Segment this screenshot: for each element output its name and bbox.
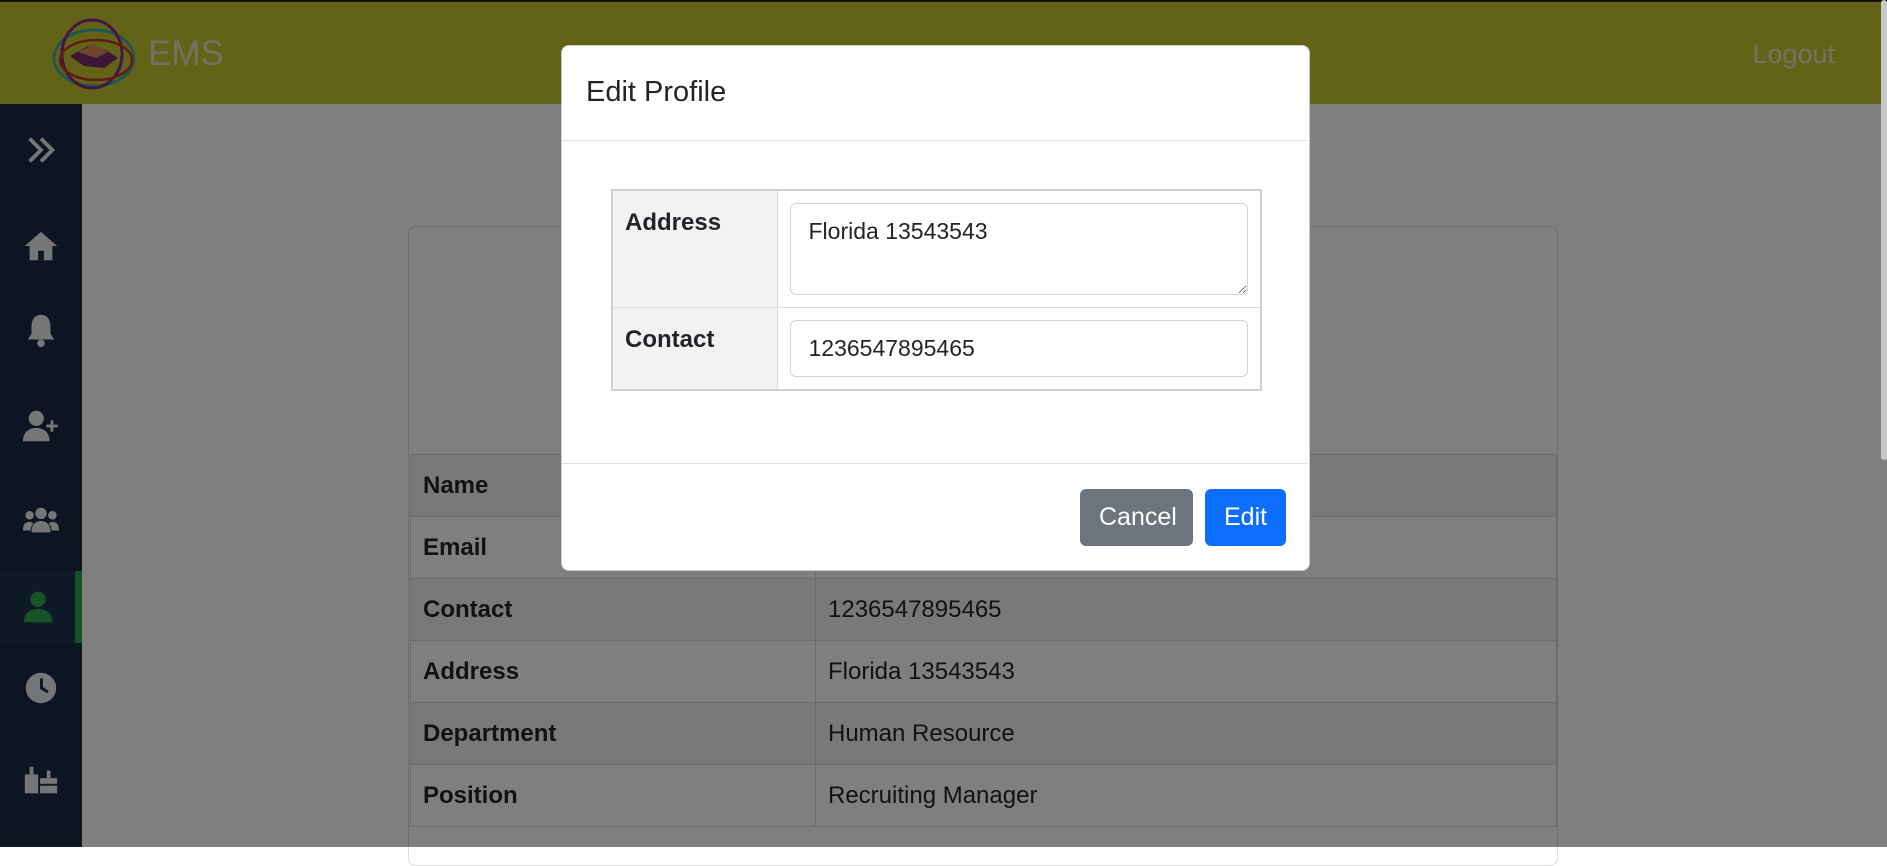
- edit-profile-form: Address Florida 13543543 Contact: [611, 189, 1262, 391]
- page-scrollbar[interactable]: [1881, 0, 1887, 460]
- form-row-contact: Contact: [611, 307, 1262, 391]
- modal-footer: Cancel Edit: [562, 463, 1309, 572]
- contact-input[interactable]: [789, 320, 1248, 377]
- modal-header: Edit Profile: [562, 46, 1309, 141]
- address-label: Address: [611, 189, 778, 308]
- edit-button[interactable]: Edit: [1205, 489, 1286, 546]
- modal-title: Edit Profile: [586, 76, 727, 108]
- edit-profile-modal: Edit Profile Address Florida 13543543 Co…: [561, 45, 1310, 571]
- form-row-address: Address Florida 13543543: [611, 189, 1262, 308]
- cancel-button[interactable]: Cancel: [1080, 489, 1193, 546]
- contact-label: Contact: [611, 307, 778, 391]
- address-textarea[interactable]: Florida 13543543: [789, 203, 1248, 295]
